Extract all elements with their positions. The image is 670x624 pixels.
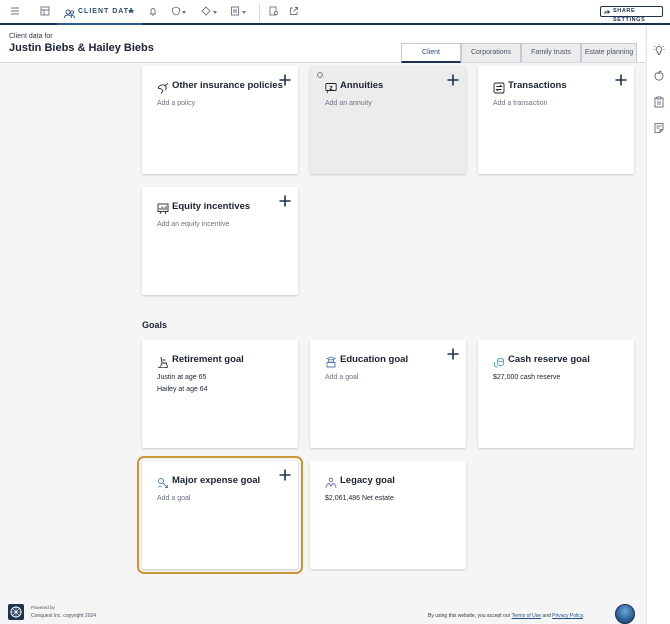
major-expense-goal-card[interactable]: Major expense goal Add a goal [137, 456, 303, 574]
copyright-label: Conquest Inc. copyright 2024 [31, 613, 97, 619]
chevron-down-icon [242, 11, 246, 14]
open-external-icon[interactable] [289, 6, 303, 18]
card-title: Annuities [340, 80, 384, 91]
education-goal-card[interactable]: Education goal Add a goal [310, 340, 466, 448]
clipboard-icon[interactable] [653, 95, 665, 113]
client-header: Client data for Justin Biebs & Hailey Bi… [0, 25, 645, 63]
add-icon[interactable] [447, 73, 459, 86]
tab-corporations[interactable]: Corporations [461, 43, 521, 62]
legacy-goal-card[interactable]: Legacy goal $2,061,486 Net estate [310, 461, 466, 569]
toolbar-divider [259, 4, 260, 21]
add-icon[interactable] [279, 194, 291, 207]
equity-chart-icon [157, 202, 169, 215]
card-title: Legacy goal [340, 475, 395, 486]
annuities-card[interactable]: ! Annuities Add an annuity [310, 66, 466, 174]
card-subtitle: Add an equity incentive [157, 221, 230, 228]
privacy-policy-link[interactable]: Privacy Policy [552, 613, 583, 619]
client-for-label: Client data for [9, 33, 53, 40]
chevron-down-icon [182, 11, 186, 14]
coins-icon [493, 355, 505, 368]
hamburger-menu-icon[interactable] [10, 6, 24, 18]
avatar[interactable] [615, 604, 635, 624]
dashboard-icon[interactable] [40, 6, 54, 18]
people-icon [64, 6, 75, 24]
card-title: Major expense goal [172, 475, 261, 486]
equity-incentives-card[interactable]: Equity incentives Add an equity incentiv… [142, 187, 298, 295]
add-icon[interactable] [615, 73, 627, 86]
card-title: Education goal [340, 354, 409, 365]
card-title: Cash reserve goal [508, 354, 590, 365]
client-data-tab-label: CLIENT DATA [78, 8, 135, 15]
umbrella-icon [157, 81, 169, 94]
add-icon[interactable] [279, 468, 291, 481]
card-subtitle: Add an annuity [325, 100, 372, 107]
chevron-down-icon [213, 11, 217, 14]
card-title: Equity incentives [172, 201, 251, 212]
other-insurance-card[interactable]: Other insurance policies Add a policy [142, 66, 298, 174]
share-icon [604, 8, 611, 19]
retirement-goal-card[interactable]: Retirement goal Justin at age 65 Hailey … [142, 340, 298, 448]
alert-icon[interactable] [148, 6, 162, 18]
legacy-hands-icon [325, 476, 337, 489]
cash-reserve-line: $27,000 cash reserve [493, 374, 561, 381]
terms-of-use-link[interactable]: Terms of Use [512, 613, 541, 619]
card-title: Transactions [508, 80, 567, 91]
apple-icon[interactable] [653, 69, 665, 87]
terms-period: . [582, 613, 585, 619]
terms-prefix: By using this website, you accept our [428, 613, 511, 619]
chevron-down-icon [128, 10, 134, 13]
right-rail [646, 25, 670, 624]
annuity-icon [325, 81, 337, 94]
add-icon[interactable] [447, 347, 459, 360]
top-toolbar: CLIENT DATA SHARE SETTINGS [0, 0, 670, 25]
client-name: Justin Biebs & Hailey Biebs [9, 42, 154, 54]
rocking-chair-icon [157, 355, 169, 369]
document-search-icon[interactable] [269, 6, 283, 18]
share-settings-label: SHARE SETTINGS [613, 8, 646, 23]
add-icon[interactable] [279, 73, 291, 86]
card-subtitle: Add a policy [157, 100, 196, 107]
card-subtitle: Add a transaction [493, 100, 548, 107]
company-logo [8, 604, 24, 620]
card-title: Other insurance policies [172, 80, 283, 91]
transactions-card[interactable]: Transactions Add a transaction [478, 66, 634, 174]
tab-family-trusts[interactable]: Family trusts [521, 43, 581, 62]
major-expense-icon [157, 476, 169, 488]
transfer-icon [493, 81, 505, 94]
education-icon [325, 355, 337, 368]
lightbulb-icon[interactable] [653, 43, 665, 61]
legacy-line: $2,061,486 Net estate [325, 495, 394, 502]
card-title: Retirement goal [172, 354, 244, 365]
tab-estate-planning[interactable]: Estate planning [581, 43, 637, 62]
card-subtitle: Add a goal [325, 374, 359, 381]
retirement-line: Hailey at age 64 [157, 386, 208, 393]
powered-by-label: Powered by [31, 605, 55, 610]
cash-reserve-goal-card[interactable]: Cash reserve goal $27,000 cash reserve [478, 340, 634, 448]
retirement-line: Justin at age 65 [157, 374, 207, 381]
terms-notice: By using this website, you accept our Te… [428, 613, 584, 619]
client-data-tab[interactable]: CLIENT DATA [57, 0, 142, 25]
tab-client[interactable]: Client [401, 43, 461, 63]
share-settings-button[interactable]: SHARE SETTINGS [600, 6, 663, 23]
goals-heading: Goals [142, 320, 168, 330]
note-icon[interactable] [653, 121, 665, 139]
info-icon[interactable]: ! [317, 72, 323, 78]
card-subtitle: Add a goal [157, 495, 191, 502]
terms-and: and [542, 613, 551, 619]
